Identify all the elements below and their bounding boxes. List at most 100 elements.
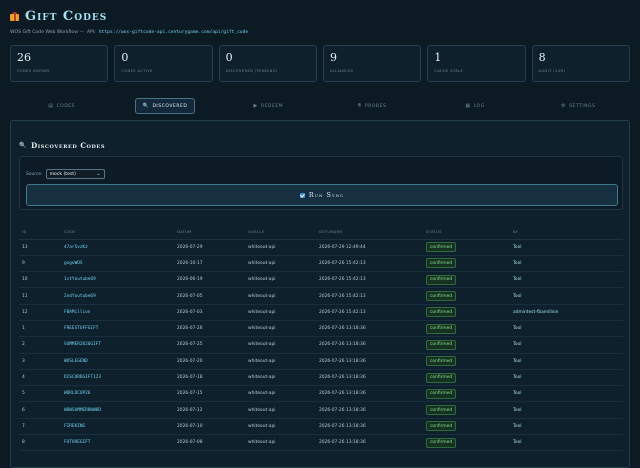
table-row[interactable]: 13 47arSvzKz 2026-07-29 whiteout-api 2026-07… (19, 239, 623, 256)
status-badge: confirmed (426, 421, 457, 432)
run-sync-button[interactable]: Run Sync (26, 184, 618, 206)
cell-id: 6 (19, 401, 61, 419)
cell-code: FBAMillion (61, 304, 174, 321)
source-select-value: mock (test) (49, 171, 76, 177)
table-row[interactable]: 7 FIREKING 2026-07-10 whiteout-api 2026-07-2… (19, 418, 623, 436)
cell-gefunden: 2026-07-26 15:42:13 (316, 271, 423, 289)
table-row[interactable]: 1 FREESTUFFGIFT 2026-07-26 whiteout-api 2026… (19, 320, 623, 338)
list-icon: ▤ (48, 103, 54, 109)
status-badge: confirmed (426, 323, 457, 334)
tab-probes[interactable]: ⚗ Probes (320, 98, 423, 114)
column-header-quelle[interactable]: Quelle (245, 226, 316, 240)
cell-id: 11 (19, 287, 61, 305)
cell-gefunden: 2026-07-26 13:18:36 (316, 369, 423, 387)
table-row[interactable]: 10 1stYoutube69 2026-06-19 whiteout-api 2026… (19, 271, 623, 289)
source-select[interactable]: mock (test) ⌄ (45, 169, 105, 179)
column-header-code[interactable]: Code (61, 226, 174, 240)
cell-datum: 2026-07-25 (174, 336, 245, 354)
cell-datum: 2026-10-17 (174, 255, 245, 273)
tab-label: Discovered (152, 103, 188, 109)
status-badge: confirmed (426, 405, 457, 416)
cell-datum: 2026-07-12 (174, 401, 245, 419)
tab-settings[interactable]: ⚙ Settings (527, 98, 630, 114)
cell-gefunden: 2026-07-29 12:49:44 (316, 239, 423, 256)
cell-datum: 2026-06-19 (174, 271, 245, 289)
column-header-status[interactable]: Status (423, 226, 510, 240)
cell-code: WOWSUMMER8WW8D (61, 401, 174, 419)
tab-discovered[interactable]: 🔍 Discovered (113, 98, 216, 114)
table-row[interactable]: 8 FUTUREGIFT 2026-07-08 whiteout-api 2026-07… (19, 434, 623, 452)
discovered-codes-table: ID Code Datum Quelle Gefunden Status By … (19, 226, 623, 452)
cell-status: confirmed (423, 418, 510, 436)
cell-status: confirmed (423, 304, 510, 321)
cell-status: confirmed (423, 401, 510, 419)
table-row[interactable]: 5 WORLDCUP26 2026-07-15 whiteout-api 2026-07… (19, 385, 623, 403)
panel-title: 🔍 Discovered Codes (19, 141, 105, 150)
cell-datum: 2026-07-29 (174, 239, 245, 256)
cell-code: 1stYoutube69 (61, 271, 174, 289)
cell-by: Tool (510, 255, 623, 273)
discovered-panel: 🔍 Discovered Codes Source: mock (test) ⌄… (10, 120, 630, 468)
cell-quelle: whiteout-api (245, 336, 316, 354)
tab-label: Settings (569, 103, 596, 109)
cell-gefunden: 2026-07-26 15:42:13 (316, 255, 423, 273)
status-badge: confirmed (426, 307, 457, 318)
cell-status: confirmed (423, 353, 510, 370)
cell-by: Tool (510, 434, 623, 452)
tab-label: Probes (365, 103, 387, 109)
column-header-datum[interactable]: Datum (174, 226, 245, 240)
tab-label: Codes (56, 103, 76, 109)
stat-card-codes-active: 0 Codes Active (114, 45, 213, 82)
source-label: Source: (26, 171, 43, 177)
cell-id: 7 (19, 418, 61, 436)
stat-value: 26 (17, 51, 31, 64)
cell-by: Tool (510, 271, 623, 289)
checkbox-icon (299, 192, 305, 198)
cell-id: 9 (19, 255, 61, 273)
table-row[interactable]: 3 WOSLEGEND 2026-07-20 whiteout-api 2026-07-… (19, 353, 623, 370)
table-row[interactable]: 12 FBAMillion 2026-07-03 whiteout-api 2026-0… (19, 304, 623, 321)
cell-code: SUMMER2026GIFT (61, 336, 174, 354)
page-header: Gift Codes (10, 9, 107, 24)
cell-by: Tool (510, 239, 623, 256)
sync-controls: Source: mock (test) ⌄ Run Sync (19, 156, 623, 210)
cell-quelle: whiteout-api (245, 287, 316, 305)
tab-label: Log (473, 103, 485, 109)
gear-icon: ⚙ (561, 103, 567, 109)
cell-status: confirmed (423, 271, 510, 289)
table-row[interactable]: 9 gogoWOS 2026-10-17 whiteout-api 2026-07-26… (19, 255, 623, 273)
panel-title-text: Discovered Codes (31, 141, 106, 150)
api-label: API: (87, 30, 96, 35)
tab-redeem[interactable]: ▶ Redeem (217, 98, 320, 114)
tab-codes[interactable]: ▤ Codes (10, 98, 113, 114)
cell-datum: 2026-07-18 (174, 369, 245, 387)
cell-datum: 2026-07-10 (174, 418, 245, 436)
cell-status: confirmed (423, 320, 510, 338)
status-badge: confirmed (426, 291, 457, 302)
status-badge: confirmed (426, 356, 457, 367)
table-row[interactable]: 4 DISCORDGIFT123 2026-07-18 whiteout-api 202… (19, 369, 623, 387)
stat-value: 1 (434, 51, 442, 64)
cell-status: confirmed (423, 385, 510, 403)
status-badge: confirmed (426, 258, 457, 269)
table-row[interactable]: 11 2ndYoutube69 2026-07-05 whiteout-api 2026… (19, 287, 623, 305)
cell-datum: 2026-07-03 (174, 304, 245, 321)
cell-id: 1 (19, 320, 61, 338)
cell-code: DISCORDGIFT123 (61, 369, 174, 387)
table-row[interactable]: 2 SUMMER2026GIFT 2026-07-25 whiteout-api 202… (19, 336, 623, 354)
table-row[interactable]: 6 WOWSUMMER8WW8D 2026-07-12 whiteout-api 202… (19, 401, 623, 419)
column-header-id[interactable]: ID (19, 226, 61, 240)
stat-card-alliances: 9 Alliances (322, 45, 422, 82)
cell-datum: 2026-07-20 (174, 353, 245, 370)
column-header-by[interactable]: By (510, 226, 623, 240)
tab-log[interactable]: ▦ Log (423, 98, 526, 114)
column-header-gefunden[interactable]: Gefunden (316, 226, 423, 240)
cell-by: Tool (510, 401, 623, 419)
cell-code: FUTUREGIFT (61, 434, 174, 452)
cell-by: Tool (510, 385, 623, 403)
cell-by: Tool (510, 287, 623, 305)
stat-card-audit: 8 Audit (24h) (531, 45, 630, 82)
cell-datum: 2026-07-15 (174, 385, 245, 403)
stat-value: 0 (225, 51, 233, 64)
tab-bar: ▤ Codes 🔍 Discovered ▶ Redeem ⚗ Probes ▦… (10, 98, 630, 114)
